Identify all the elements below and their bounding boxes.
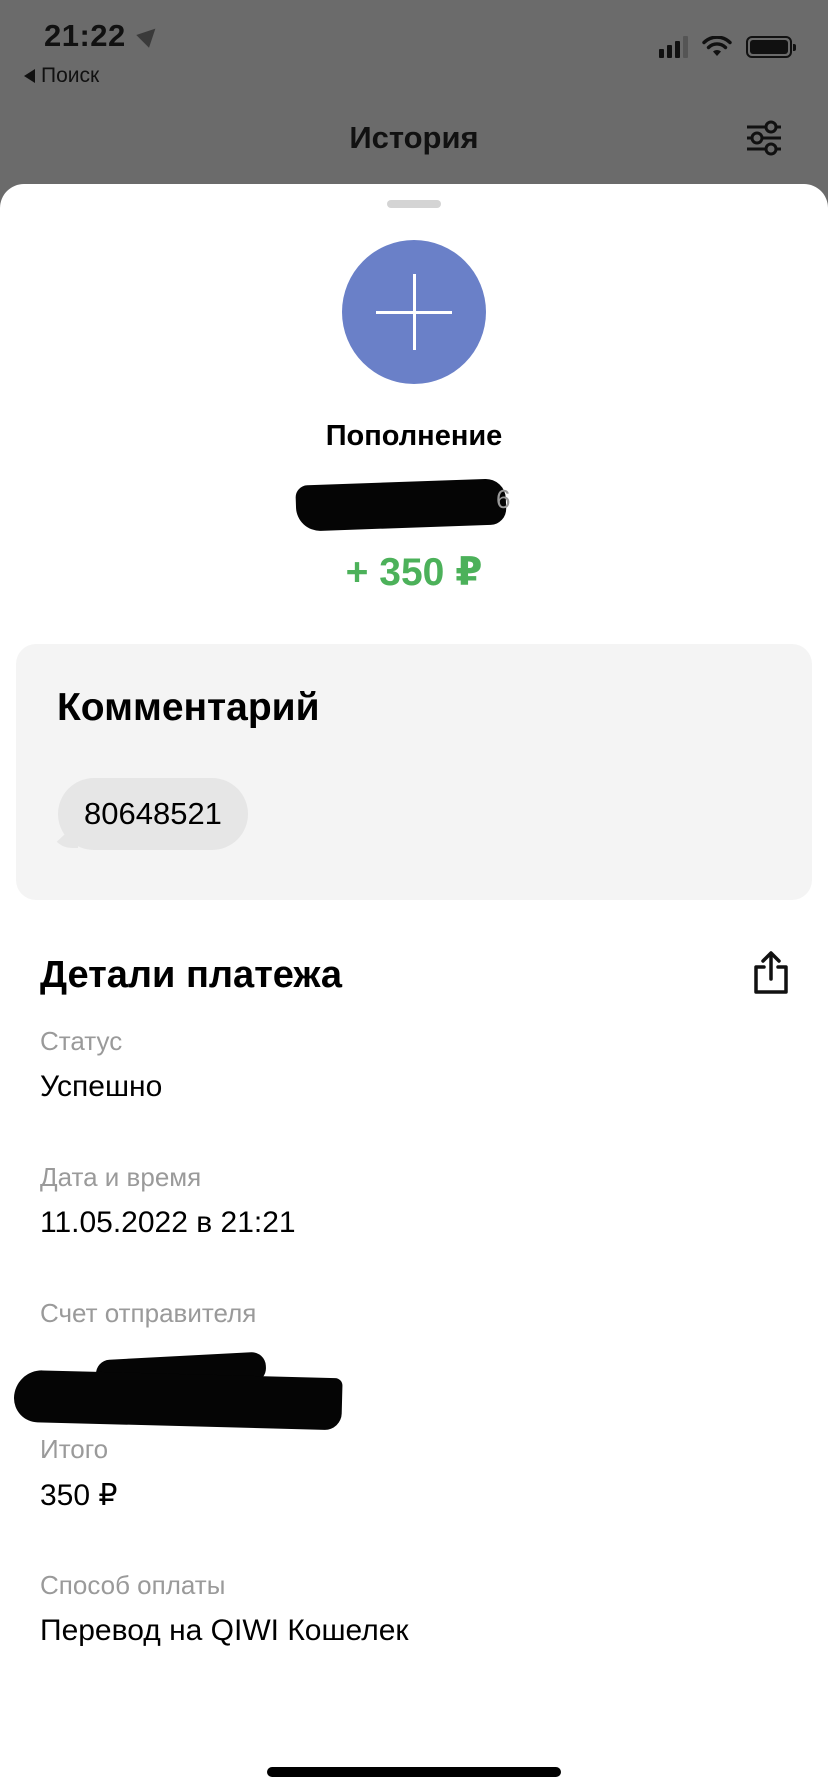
comment-title: Комментарий [57,686,320,729]
status-time: 21:22 [44,18,126,53]
back-triangle-icon [24,69,35,83]
total-value: 350 ₽ [40,1479,118,1512]
account-redaction [295,478,507,532]
payment-method-value: Перевод на QIWI Кошелек [40,1614,409,1647]
status-bar: 21:22 Поиск [0,0,828,110]
home-indicator[interactable] [267,1767,561,1777]
wifi-icon [702,36,732,56]
plus-icon [342,240,486,384]
sheet-grabber[interactable] [387,200,441,208]
status-label: Статус [40,1026,123,1056]
status-value: Успешно [40,1070,163,1103]
transaction-amount: + 350 ₽ [345,551,483,594]
datetime-label: Дата и время [40,1162,202,1192]
comment-bubble: 80648521 [58,778,248,850]
sliders-icon[interactable] [744,118,784,158]
location-arrow-icon [136,22,162,48]
share-icon[interactable] [750,950,792,996]
account-tail: 6 [496,484,511,514]
comment-card: Комментарий 80648521 [16,644,812,900]
total-label: Итого [40,1434,109,1464]
signal-icon [659,36,688,58]
sender-account-label: Счет отправителя [40,1298,257,1328]
datetime-value: 11.05.2022 в 21:21 [40,1206,296,1239]
sender-redaction [13,1369,343,1431]
back-to-search-link[interactable]: Поиск [24,64,99,88]
transaction-type: Пополнение [325,420,503,452]
details-title: Детали платежа [40,954,342,996]
status-icons [659,36,796,58]
transaction-sheet: Пополнение 6 + 350 ₽ Комментарий 8064852… [0,184,828,1792]
battery-icon [746,36,796,58]
back-label: Поиск [41,64,100,87]
nav-title: История [349,120,479,155]
payment-method-label: Способ оплаты [40,1570,226,1600]
